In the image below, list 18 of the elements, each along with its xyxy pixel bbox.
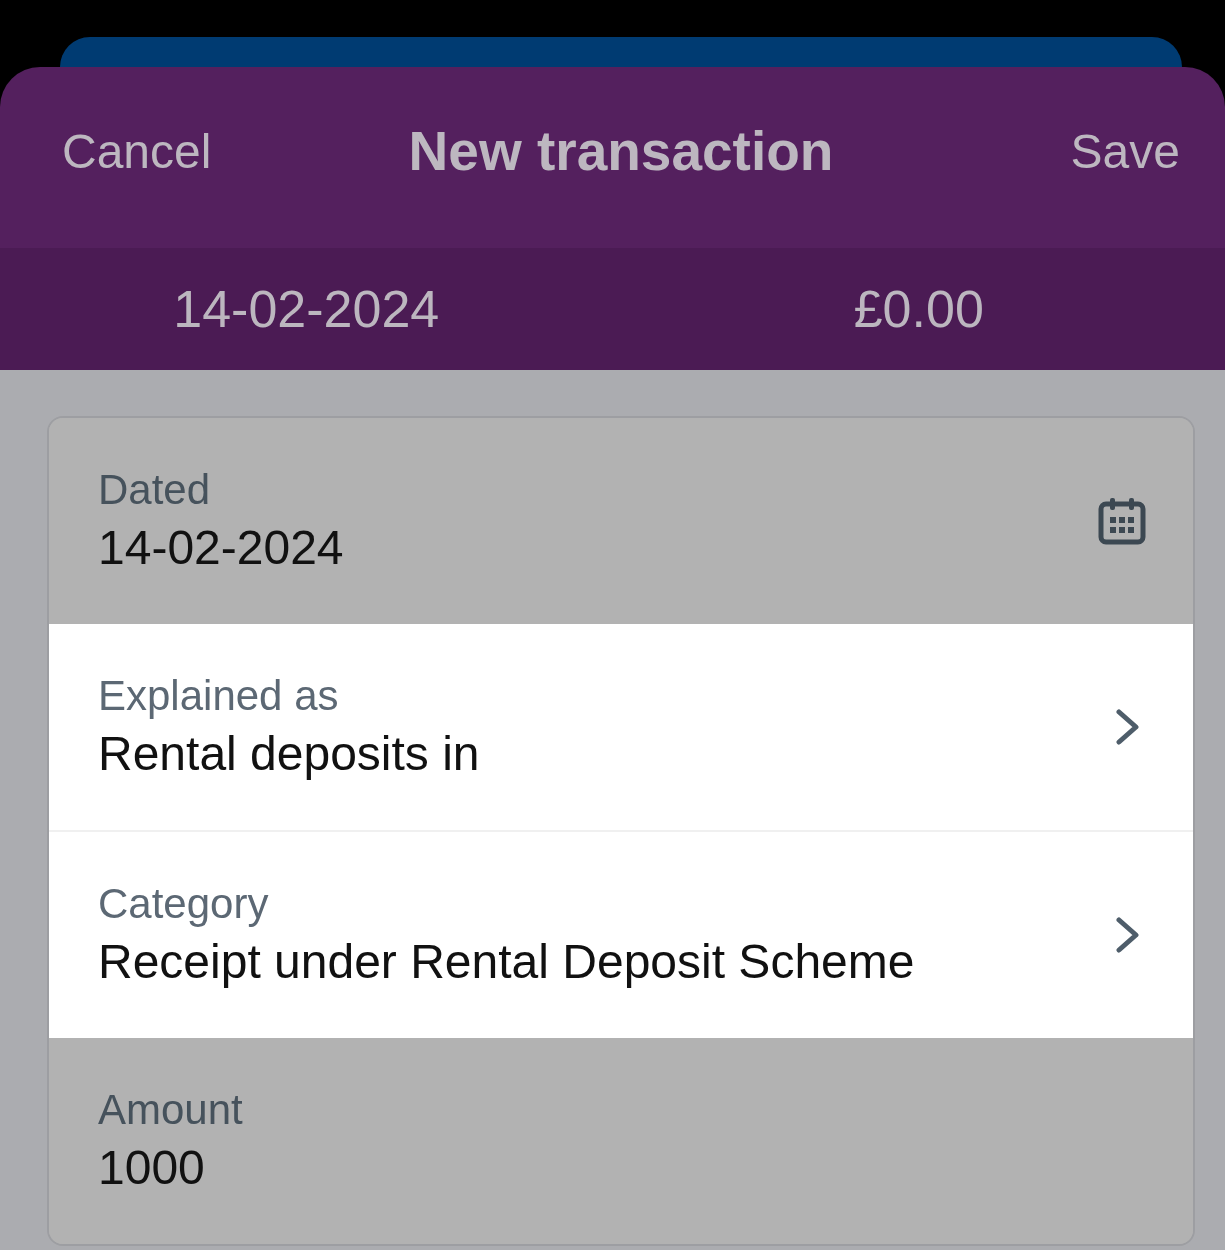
calendar-icon [1098,497,1146,545]
field-label: Amount [98,1084,243,1135]
screen-title: New transaction [408,124,834,179]
summary-amount: £0.00 [853,283,984,335]
picker-row[interactable]: Explained as Rental deposits in [49,624,1193,830]
cancel-button[interactable]: Cancel [62,127,212,176]
chevron-right-icon [1116,708,1140,745]
field-value: 14-02-2024 [98,520,344,577]
field-label: Category [98,878,270,929]
chevron-right-icon [1116,916,1140,953]
summary-date: 14-02-2024 [173,283,440,335]
save-button[interactable]: Save [1070,127,1180,176]
field-value: Receipt under Rental Deposit Scheme [98,934,915,991]
field-value: Rental deposits in [98,726,480,783]
picker-row[interactable]: Category Receipt under Rental Deposit Scheme [49,829,1193,1038]
field-label: Explained as [98,671,340,721]
field-value: 1000 [98,1140,206,1197]
field-label: Dated [98,465,212,515]
